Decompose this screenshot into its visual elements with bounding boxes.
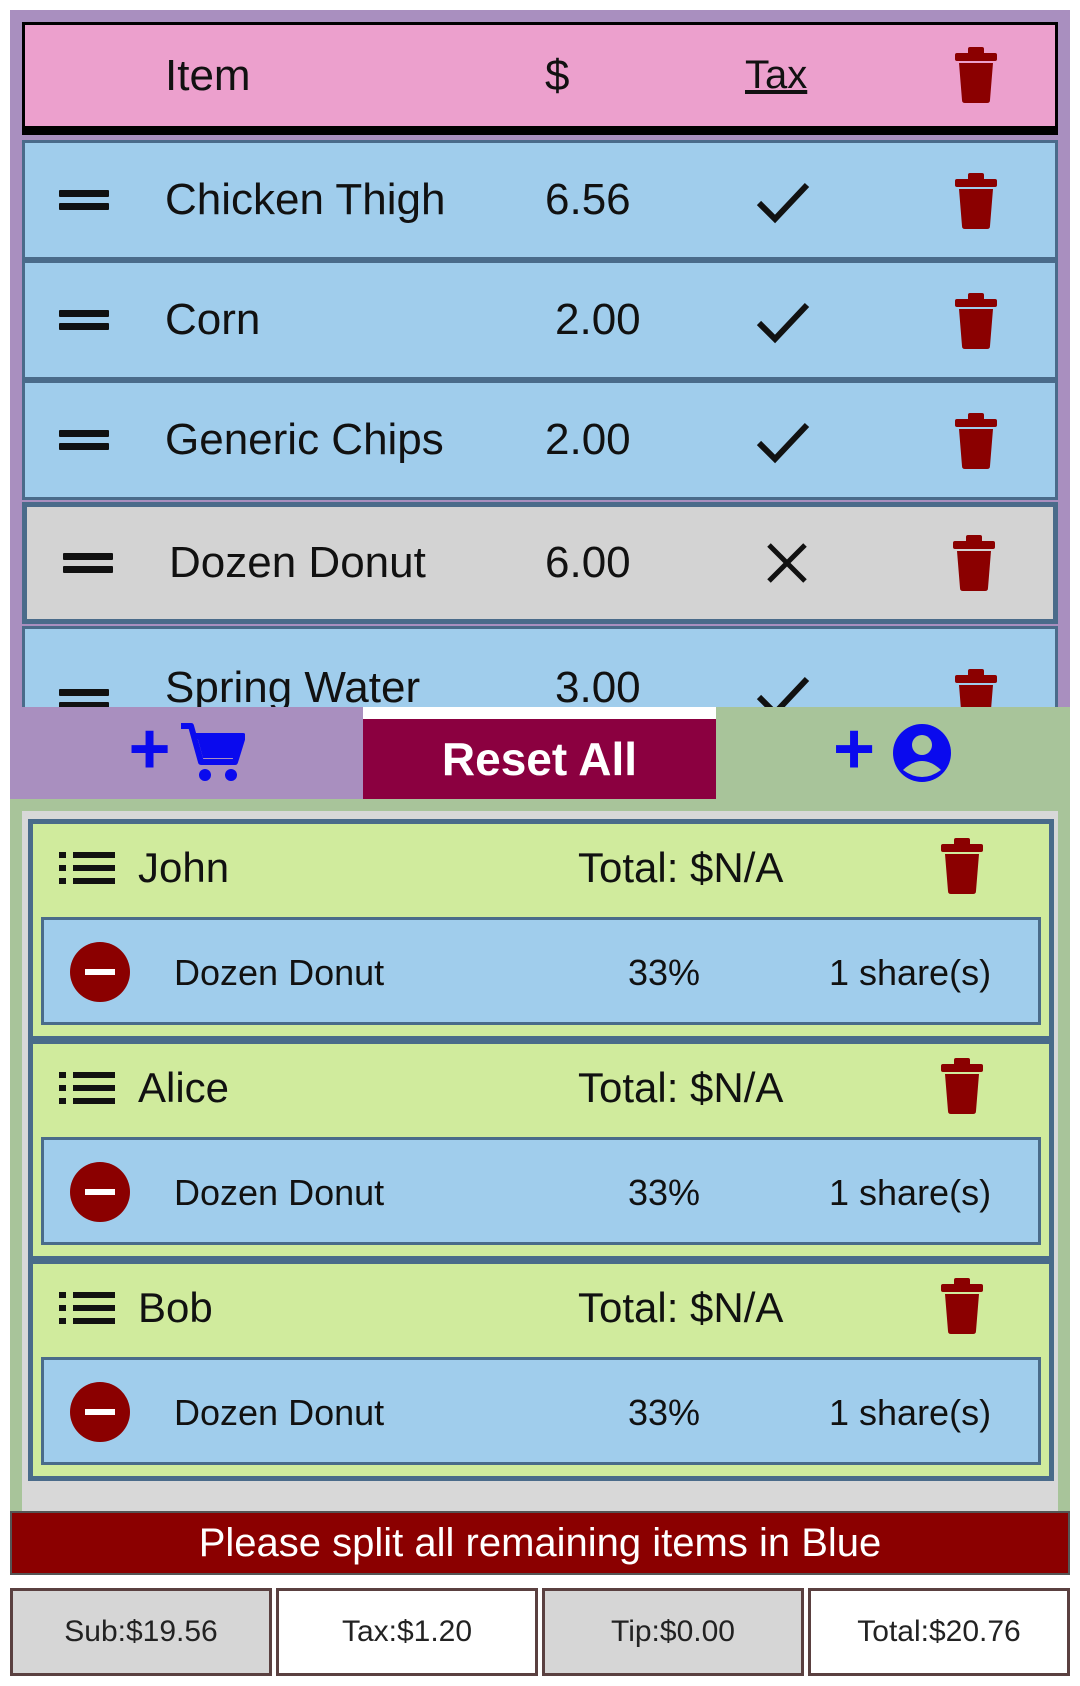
item-name[interactable]: Corn (165, 295, 260, 345)
item-price[interactable]: 2.00 (545, 415, 631, 465)
drag-handle-icon[interactable] (59, 188, 111, 212)
checkmark-icon (756, 302, 810, 344)
person-name[interactable]: John (138, 844, 229, 892)
tax-column-header[interactable]: Tax (745, 53, 807, 98)
subtotal-cell: Sub:$19.56 (10, 1588, 272, 1676)
person-header[interactable]: Bob Total: $N/A (33, 1264, 1049, 1354)
list-icon[interactable] (59, 852, 115, 884)
x-mark-icon (767, 543, 807, 583)
trash-icon (955, 293, 997, 349)
drag-handle-icon[interactable] (59, 308, 111, 332)
person-header[interactable]: John Total: $N/A (33, 824, 1049, 914)
checkmark-icon (756, 676, 810, 707)
plus-icon: + (128, 709, 171, 789)
trash-icon (955, 173, 997, 229)
account-circle-icon (893, 724, 952, 782)
share-item-name: Dozen Donut (174, 1392, 385, 1433)
item-price[interactable]: 3.00 (555, 663, 641, 707)
item-price[interactable]: 2.00 (555, 295, 641, 345)
delete-item-button[interactable] (955, 293, 997, 349)
split-notice: Please split all remaining items in Blue (10, 1511, 1070, 1575)
share-count: 1 share(s) (829, 1392, 992, 1433)
list-icon[interactable] (59, 1072, 115, 1104)
trash-icon (955, 413, 997, 469)
share-row: Dozen Donut 33% 1 share(s) (41, 1357, 1041, 1465)
person-total: Total: $N/A (578, 844, 784, 891)
person-name[interactable]: Alice (138, 1064, 229, 1112)
tax-toggle[interactable] (755, 419, 811, 465)
person-card: John Total: $N/A Dozen Donut 33% 1 share… (28, 819, 1054, 1041)
remove-circle-icon[interactable] (70, 1162, 130, 1222)
action-bar: + Reset All + (10, 707, 1070, 799)
add-person-button[interactable]: + (716, 707, 1070, 799)
person-card: Alice Total: $N/A Dozen Donut 33% 1 shar… (28, 1039, 1054, 1261)
share-item-name: Dozen Donut (174, 1172, 385, 1213)
trash-icon (941, 1278, 983, 1334)
person-total: Total: $N/A (578, 1064, 784, 1111)
item-price[interactable]: 6.56 (545, 175, 631, 225)
shopping-cart-icon (180, 723, 245, 781)
tip-cell[interactable]: Tip:$0.00 (542, 1588, 804, 1676)
add-item-button[interactable]: + (10, 707, 363, 799)
people-panel: John Total: $N/A Dozen Donut 33% 1 share… (10, 799, 1070, 1511)
item-name[interactable]: Chicken Thigh (165, 175, 445, 225)
drag-handle-icon[interactable] (59, 428, 111, 452)
people-list: John Total: $N/A Dozen Donut 33% 1 share… (22, 811, 1058, 1511)
share-percent: 33% (628, 952, 701, 993)
tax-toggle[interactable] (755, 673, 811, 707)
drag-handle-icon[interactable] (59, 687, 111, 707)
share-item-name: Dozen Donut (174, 952, 385, 993)
delete-item-button[interactable] (955, 669, 997, 707)
drag-handle-icon[interactable] (63, 551, 115, 575)
reset-all-button[interactable]: Reset All (363, 719, 716, 799)
list-icon[interactable] (59, 1292, 115, 1324)
price-column-header: $ (545, 50, 570, 100)
item-price[interactable]: 6.00 (545, 538, 631, 588)
delete-all-items-button[interactable] (955, 47, 997, 103)
item-row[interactable]: Chicken Thigh 6.56 (22, 140, 1058, 260)
checkmark-icon (756, 422, 810, 464)
delete-item-button[interactable] (955, 173, 997, 229)
person-header[interactable]: Alice Total: $N/A (33, 1044, 1049, 1134)
tax-cell[interactable]: Tax:$1.20 (276, 1588, 538, 1676)
share-row: Dozen Donut 33% 1 share(s) (41, 917, 1041, 1025)
trash-icon (955, 47, 997, 103)
summary-bar: Sub:$19.56 Tax:$1.20 Tip:$0.00 Total:$20… (10, 1588, 1070, 1676)
person-card: Bob Total: $N/A Dozen Donut 33% 1 share(… (28, 1259, 1054, 1481)
share-row: Dozen Donut 33% 1 share(s) (41, 1137, 1041, 1245)
trash-icon (955, 669, 997, 707)
item-row[interactable]: Dozen Donut 6.00 (22, 502, 1058, 624)
delete-item-button[interactable] (953, 535, 995, 591)
trash-icon (941, 1058, 983, 1114)
items-header: Item $ Tax (22, 22, 1058, 135)
tax-toggle[interactable] (755, 299, 811, 345)
share-percent: 33% (628, 1172, 701, 1213)
plus-icon: + (832, 709, 876, 789)
total-cell: Total:$20.76 (808, 1588, 1070, 1676)
share-percent: 33% (628, 1392, 701, 1433)
delete-person-button[interactable] (941, 838, 983, 894)
item-row[interactable]: Generic Chips 2.00 (22, 380, 1058, 500)
item-name[interactable]: Dozen Donut (169, 538, 426, 588)
tax-toggle[interactable] (755, 179, 811, 225)
trash-icon (941, 838, 983, 894)
delete-person-button[interactable] (941, 1058, 983, 1114)
remove-circle-icon[interactable] (70, 1382, 130, 1442)
remove-circle-icon[interactable] (70, 942, 130, 1002)
share-count: 1 share(s) (829, 1172, 992, 1213)
delete-person-button[interactable] (941, 1278, 983, 1334)
trash-icon (953, 535, 995, 591)
person-total: Total: $N/A (578, 1284, 784, 1331)
items-panel: Item $ Tax Chicken Thigh 6.56 Corn 2.00 … (10, 10, 1070, 707)
item-name[interactable]: Spring Water (165, 663, 420, 707)
item-name[interactable]: Generic Chips (165, 415, 444, 465)
person-name[interactable]: Bob (138, 1284, 213, 1332)
checkmark-icon (756, 182, 810, 224)
item-row[interactable]: Corn 2.00 (22, 260, 1058, 380)
item-row[interactable]: Spring Water 3.00 (22, 626, 1058, 707)
item-column-header: Item (165, 50, 251, 100)
tax-toggle[interactable] (765, 541, 809, 595)
delete-item-button[interactable] (955, 413, 997, 469)
share-count: 1 share(s) (829, 952, 992, 993)
